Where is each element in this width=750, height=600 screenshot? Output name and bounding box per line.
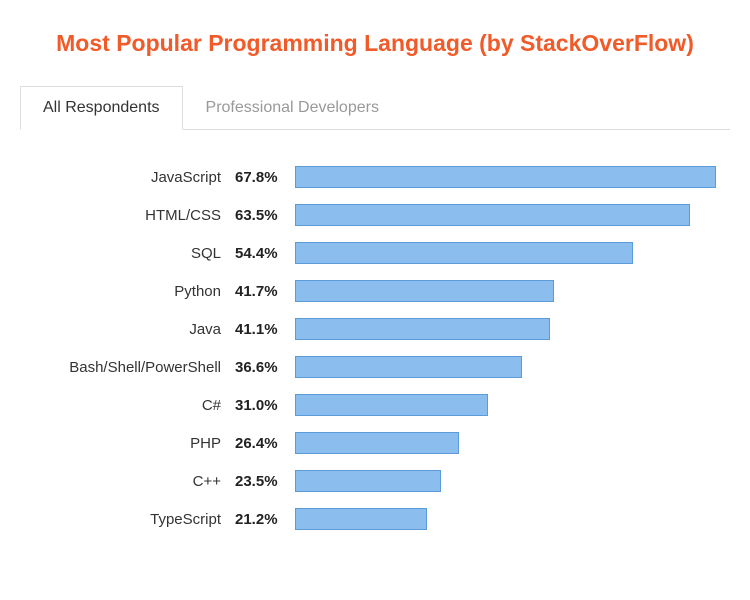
bar-track bbox=[295, 432, 730, 454]
category-label: Java bbox=[30, 321, 235, 338]
category-label: PHP bbox=[30, 435, 235, 452]
bar bbox=[295, 204, 690, 226]
value-label: 54.4% bbox=[235, 245, 295, 262]
chart-row: SQL54.4% bbox=[30, 234, 730, 272]
category-label: SQL bbox=[30, 245, 235, 262]
value-label: 63.5% bbox=[235, 207, 295, 224]
bar bbox=[295, 356, 522, 378]
tab-bar: All Respondents Professional Developers bbox=[20, 85, 730, 130]
chart-title: Most Popular Programming Language (by St… bbox=[20, 30, 730, 57]
value-label: 31.0% bbox=[235, 397, 295, 414]
tab-professional-developers[interactable]: Professional Developers bbox=[183, 86, 402, 130]
bar-track bbox=[295, 318, 730, 340]
bar-track bbox=[295, 394, 730, 416]
chart-row: Bash/Shell/PowerShell36.6% bbox=[30, 348, 730, 386]
chart-row: Python41.7% bbox=[30, 272, 730, 310]
category-label: HTML/CSS bbox=[30, 207, 235, 224]
bar-track bbox=[295, 470, 730, 492]
bar-track bbox=[295, 280, 730, 302]
bar-track bbox=[295, 508, 730, 530]
category-label: Python bbox=[30, 283, 235, 300]
bar bbox=[295, 280, 554, 302]
category-label: TypeScript bbox=[30, 511, 235, 528]
bar-track bbox=[295, 204, 730, 226]
bar-track bbox=[295, 166, 730, 188]
category-label: Bash/Shell/PowerShell bbox=[30, 359, 235, 376]
bar bbox=[295, 470, 441, 492]
bar-track bbox=[295, 242, 730, 264]
bar bbox=[295, 242, 633, 264]
tab-all-respondents[interactable]: All Respondents bbox=[20, 86, 183, 130]
chart-row: HTML/CSS63.5% bbox=[30, 196, 730, 234]
value-label: 36.6% bbox=[235, 359, 295, 376]
chart-row: C#31.0% bbox=[30, 386, 730, 424]
bar bbox=[295, 394, 488, 416]
chart-row: Java41.1% bbox=[30, 310, 730, 348]
chart-row: JavaScript67.8% bbox=[30, 158, 730, 196]
value-label: 41.7% bbox=[235, 283, 295, 300]
value-label: 67.8% bbox=[235, 169, 295, 186]
bar bbox=[295, 318, 550, 340]
category-label: C++ bbox=[30, 473, 235, 490]
bar bbox=[295, 508, 427, 530]
bar bbox=[295, 166, 716, 188]
value-label: 26.4% bbox=[235, 435, 295, 452]
chart-row: TypeScript21.2% bbox=[30, 500, 730, 538]
value-label: 21.2% bbox=[235, 511, 295, 528]
value-label: 23.5% bbox=[235, 473, 295, 490]
bar-track bbox=[295, 356, 730, 378]
bar-chart: JavaScript67.8%HTML/CSS63.5%SQL54.4%Pyth… bbox=[20, 158, 730, 538]
value-label: 41.1% bbox=[235, 321, 295, 338]
category-label: JavaScript bbox=[30, 169, 235, 186]
category-label: C# bbox=[30, 397, 235, 414]
chart-row: PHP26.4% bbox=[30, 424, 730, 462]
bar bbox=[295, 432, 459, 454]
chart-row: C++23.5% bbox=[30, 462, 730, 500]
